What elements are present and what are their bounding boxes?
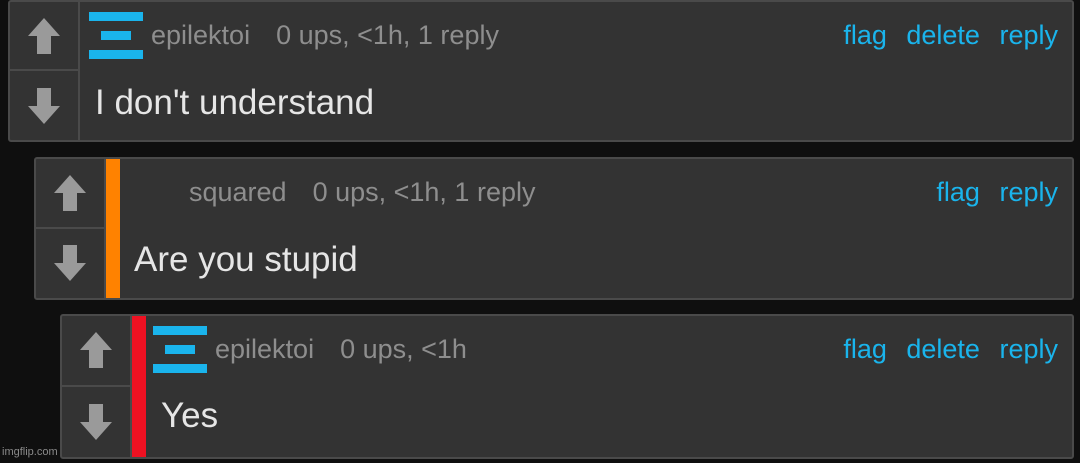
comment-meta: squared 0 ups, <1h, 1 reply — [189, 177, 535, 208]
downvote-button[interactable] — [62, 387, 130, 458]
downvote-button[interactable] — [10, 71, 78, 140]
vote-column — [62, 316, 132, 457]
delete-link[interactable]: delete — [906, 334, 980, 364]
flag-link[interactable]: flag — [936, 177, 980, 207]
arrow-up-icon — [54, 174, 86, 211]
comment-actions: flag reply — [924, 177, 1058, 208]
vote-column — [36, 159, 106, 298]
arrow-down-icon — [28, 87, 60, 124]
downvote-button[interactable] — [36, 229, 104, 299]
reply-link[interactable]: reply — [999, 334, 1058, 364]
user-badge-icon — [89, 12, 145, 59]
thread-depth-bar — [106, 159, 120, 298]
username-link[interactable]: epilektoi — [215, 334, 314, 364]
username-link[interactable]: squared — [189, 177, 287, 207]
comment-stats: 0 ups, <1h, 1 reply — [276, 20, 499, 50]
comment-meta: epilektoi 0 ups, <1h, 1 reply — [151, 20, 499, 51]
comment-actions: flag delete reply — [831, 20, 1058, 51]
thread-depth-bar — [132, 316, 146, 457]
watermark: imgflip.com — [2, 446, 58, 458]
user-badge-icon — [153, 326, 209, 373]
arrow-down-icon — [54, 245, 86, 282]
reply-link[interactable]: reply — [999, 20, 1058, 50]
comment: squared 0 ups, <1h, 1 reply flag reply Ar… — [34, 157, 1074, 300]
upvote-button[interactable] — [36, 159, 104, 229]
comment: epilektoi 0 ups, <1h flag delete reply Ye… — [60, 314, 1074, 459]
username-link[interactable]: epilektoi — [151, 20, 250, 50]
arrow-down-icon — [80, 403, 112, 440]
delete-link[interactable]: delete — [906, 20, 980, 50]
arrow-up-icon — [28, 17, 60, 54]
comment-text: Are you stupid — [134, 240, 358, 279]
reply-link[interactable]: reply — [999, 177, 1058, 207]
comment-text: Yes — [161, 396, 219, 435]
comment-stats: 0 ups, <1h — [340, 334, 467, 364]
arrow-up-icon — [80, 332, 112, 369]
comment-actions: flag delete reply — [831, 334, 1058, 365]
flag-link[interactable]: flag — [843, 334, 887, 364]
upvote-button[interactable] — [62, 316, 130, 387]
comment-meta: epilektoi 0 ups, <1h — [215, 334, 467, 365]
comment: epilektoi 0 ups, <1h, 1 reply flag delete… — [8, 0, 1074, 142]
comment-text: I don't understand — [95, 83, 375, 122]
upvote-button[interactable] — [10, 2, 78, 71]
comment-stats: 0 ups, <1h, 1 reply — [312, 177, 536, 207]
vote-column — [10, 2, 80, 140]
flag-link[interactable]: flag — [843, 20, 887, 50]
